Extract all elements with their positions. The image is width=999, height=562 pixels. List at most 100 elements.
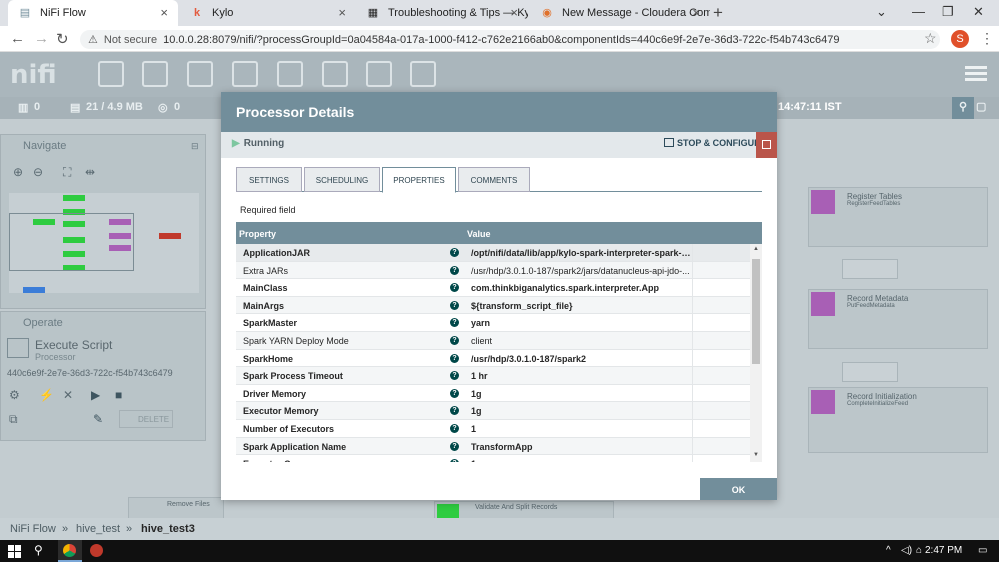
help-icon[interactable]: ? [450, 371, 459, 381]
funnel-tool-icon[interactable] [322, 61, 348, 87]
table-row[interactable]: ApplicationJAR? /opt/nifi/data/lib/app/ky… [236, 244, 762, 262]
property-value[interactable]: 1 [471, 424, 691, 434]
stop-configure-button[interactable]: STOP & CONFIGURE [664, 138, 767, 148]
table-row[interactable]: Spark Process Timeout? 1 hr [236, 367, 762, 385]
browser-tab-nifi-flow[interactable]: ▤ NiFi Flow × [8, 0, 178, 26]
help-icon[interactable]: ? [450, 441, 459, 451]
start-icon[interactable]: ▶ [91, 388, 100, 402]
scroll-up-icon[interactable]: ▲ [753, 246, 759, 252]
ime-icon[interactable]: ⌂ [916, 545, 922, 556]
delete-button[interactable]: DELETE [119, 410, 173, 428]
processor-record-metadata[interactable]: Record Metadata PutFeedMetadata [808, 289, 988, 349]
close-window-icon[interactable]: ✕ [973, 4, 984, 20]
stop-icon[interactable]: ■ [115, 388, 122, 402]
back-arrow-icon[interactable]: ← [10, 30, 25, 47]
actual-size-icon[interactable]: ⇹ [85, 165, 95, 179]
windows-start-icon[interactable] [8, 545, 21, 558]
processor-register-tables[interactable]: Register Tables RegisterFeedTables [808, 187, 988, 247]
property-value[interactable]: yarn [471, 318, 691, 328]
help-icon[interactable]: ? [450, 248, 459, 257]
open-in-canvas-button[interactable] [756, 132, 777, 158]
close-tab-icon[interactable]: × [338, 5, 346, 20]
copy-icon[interactable]: ⧉ [9, 412, 18, 427]
table-row[interactable]: SparkMaster? yarn [236, 314, 762, 332]
browser-tab-troubleshooting[interactable]: ▦ Troubleshooting & Tips — Kylo 0. × [356, 0, 528, 26]
color-brush-icon[interactable]: ✎ [93, 412, 103, 426]
help-icon[interactable]: ? [450, 459, 459, 462]
breadcrumb-item[interactable]: NiFi Flow [10, 523, 56, 535]
reload-icon[interactable]: ↻ [56, 30, 69, 48]
processor-validate-split[interactable]: Validate And Split Records [434, 501, 614, 519]
template-tool-icon[interactable] [366, 61, 392, 87]
minimize-icon[interactable]: — [912, 4, 925, 19]
bulletin-icon[interactable]: ▢ [976, 100, 986, 113]
property-value[interactable]: 1g [471, 389, 691, 399]
configure-icon[interactable]: ⚙ [9, 388, 20, 402]
property-value[interactable]: /opt/nifi/data/lib/app/kylo-spark-interp… [471, 248, 691, 258]
zoom-in-icon[interactable]: ⊕ [13, 165, 23, 179]
bookmark-star-icon[interactable]: ☆ [924, 30, 937, 47]
url-field[interactable]: ⚠ Not secure 10.0.0.28:8079/nifi/?processG… [80, 30, 940, 49]
table-row[interactable]: Extra JARs? /usr/hdp/3.0.1.0-187/spark2/j… [236, 261, 762, 280]
output-port-tool-icon[interactable] [187, 61, 213, 87]
hamburger-menu-icon[interactable] [965, 66, 987, 69]
processor-record-initialization[interactable]: Record Initialization CompleteInitialize… [808, 387, 988, 453]
table-row[interactable]: SparkHome? /usr/hdp/3.0.1.0-187/spark2 [236, 349, 762, 368]
help-icon[interactable]: ? [450, 335, 459, 345]
table-row[interactable]: Executor Cores? 1 [236, 455, 762, 462]
property-value[interactable]: /usr/hdp/3.0.1.0-187/spark2 [471, 354, 691, 364]
property-value[interactable]: 1g [471, 406, 691, 416]
table-row[interactable]: Spark Application Name? TransformApp [236, 437, 762, 456]
breadcrumb-item[interactable]: hive_test3 [141, 523, 195, 535]
zoom-out-icon[interactable]: ⊖ [33, 165, 43, 179]
tray-chevron-icon[interactable]: ^ [886, 545, 891, 556]
maximize-icon[interactable]: ❐ [942, 4, 954, 20]
tab-search-icon[interactable]: ⌄ [876, 4, 887, 20]
help-icon[interactable]: ? [450, 353, 459, 363]
close-tab-icon[interactable]: × [160, 5, 168, 20]
property-value[interactable]: 1 hr [471, 371, 691, 381]
processor-tool-icon[interactable] [98, 61, 124, 87]
help-icon[interactable]: ? [450, 300, 459, 310]
input-port-tool-icon[interactable] [142, 61, 168, 87]
remote-group-tool-icon[interactable] [277, 61, 303, 87]
table-scrollbar[interactable]: ▲ ▼ [750, 244, 762, 462]
forward-arrow-icon[interactable]: → [34, 30, 49, 47]
breadcrumb-item[interactable]: hive_test [76, 523, 120, 535]
search-icon[interactable]: ⚲ [34, 543, 43, 557]
scroll-thumb[interactable] [752, 259, 760, 364]
tab-settings[interactable]: SETTINGS [236, 167, 302, 192]
table-row[interactable]: Driver Memory? 1g [236, 384, 762, 403]
help-icon[interactable]: ? [450, 318, 459, 328]
close-tab-icon[interactable]: × [510, 5, 518, 20]
close-tab-icon[interactable]: × [692, 5, 700, 20]
browser-tab-kylo[interactable]: k Kylo × [180, 0, 356, 26]
birdseye-view[interactable] [9, 193, 199, 293]
volume-icon[interactable]: ◁) [901, 545, 912, 556]
chrome-taskbar-icon[interactable] [58, 540, 82, 562]
connection-label[interactable] [842, 362, 898, 382]
app-taskbar-icon[interactable] [90, 544, 103, 557]
help-icon[interactable]: ? [450, 423, 459, 433]
tab-comments[interactable]: COMMENTS [458, 167, 530, 192]
table-row[interactable]: MainClass? com.thinkbiganalytics.spark.in… [236, 279, 762, 297]
help-icon[interactable]: ? [450, 406, 459, 416]
fit-icon[interactable]: ⛶ [63, 165, 71, 180]
help-icon[interactable]: ? [450, 283, 459, 293]
process-group-tool-icon[interactable] [232, 61, 258, 87]
clock[interactable]: 2:47 PM [925, 545, 962, 556]
table-row[interactable]: Spark YARN Deploy Mode? client [236, 331, 762, 350]
help-icon[interactable]: ? [450, 388, 459, 398]
property-value[interactable]: com.thinkbiganalytics.spark.interpreter.… [471, 283, 691, 293]
collapse-icon[interactable]: ⊟ [191, 141, 199, 152]
table-row[interactable]: Executor Memory? 1g [236, 402, 762, 420]
help-icon[interactable]: ? [450, 265, 459, 275]
browser-tab-cloudera[interactable]: ◉ New Message - Cloudera Comm × [530, 0, 710, 26]
tab-properties[interactable]: PROPERTIES [382, 167, 456, 193]
table-row[interactable]: Number of Executors? 1 [236, 419, 762, 438]
new-tab-button[interactable]: + [713, 3, 723, 23]
tab-scheduling[interactable]: SCHEDULING [304, 167, 380, 192]
enable-icon[interactable]: ⚡ [39, 388, 54, 402]
property-value[interactable]: /usr/hdp/3.0.1.0-187/spark2/jars/datanuc… [471, 266, 691, 276]
property-value[interactable]: ${transform_script_file} [471, 301, 691, 311]
